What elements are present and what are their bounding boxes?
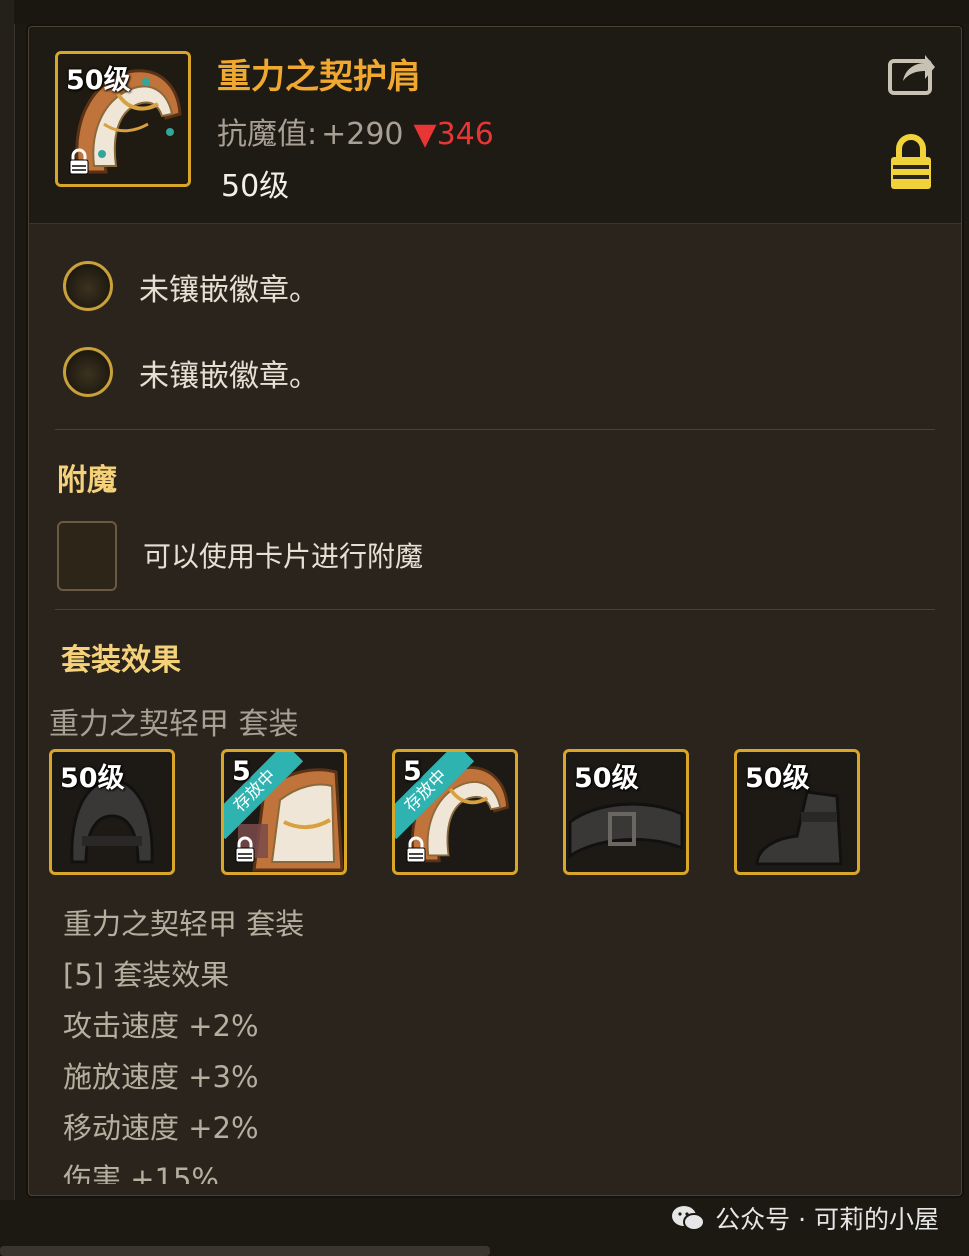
lock-icon [406,836,426,863]
item-icon-level: 50级 [66,65,131,96]
set-piece-level: 5 [403,756,422,787]
magic-defense-stat: 抗魔值: +290 ▼346 [217,109,494,153]
tooltip-header: 50级 重力之契护肩 抗魔值: +290 ▼346 50级 [29,27,961,224]
badge-socket[interactable] [63,261,113,311]
set-piece-level: 50级 [574,763,639,794]
set-effects-list: 重力之契轻甲 套装 [5] 套装效果 攻击速度 +2% 施放速度 +3% 移动速… [63,899,304,1184]
set-effect-title: 套装效果 [61,643,181,678]
set-name: 重力之契轻甲 套装 [49,707,299,742]
socket-text: 未镶嵌徽章。 [139,273,319,308]
set-piece-level: 5 [232,756,251,787]
effect-line: [5] 套装效果 [63,958,230,992]
watermark-text: 公众号 · 可莉的小屋 [715,1205,939,1234]
set-piece-level: 50级 [745,763,810,794]
lock-icon [235,836,255,863]
lock-icon[interactable] [889,133,933,191]
divider [55,609,935,610]
set-piece-boots[interactable]: 50级 [734,749,860,875]
item-name: 重力之契护肩 [217,57,421,97]
card-slot[interactable] [57,521,117,591]
set-piece-helmet[interactable]: 50级 [49,749,175,875]
effect-line: 重力之契轻甲 套装 [63,907,305,941]
effect-line: 伤害 +15% [63,1162,219,1184]
lock-icon [69,148,89,175]
set-piece-chest[interactable]: 5 存放中 [221,749,347,875]
scrollbar[interactable] [0,1246,490,1256]
effect-line: 施放速度 +3% [63,1060,259,1094]
badge-socket[interactable] [63,347,113,397]
item-tooltip: 50级 重力之契护肩 抗魔值: +290 ▼346 50级 未镶嵌徽章。 未镶嵌… [28,26,962,1196]
stat-value: +290 [321,117,404,152]
share-icon[interactable] [887,49,937,97]
enchant-text: 可以使用卡片进行附魔 [143,540,424,573]
stat-label: 抗魔值: [217,117,318,152]
watermark: 公众号 · 可莉的小屋 [671,1200,939,1236]
background-panel-edge [0,0,15,1200]
set-piece-belt[interactable]: 50级 [563,749,689,875]
set-piece-level: 50级 [60,763,125,794]
set-piece-shoulder[interactable]: 5 存放中 [392,749,518,875]
effect-line: 移动速度 +2% [63,1111,259,1145]
socket-text: 未镶嵌徽章。 [139,359,319,394]
effect-line: 攻击速度 +2% [63,1009,259,1043]
enchant-title: 附魔 [57,463,117,498]
wechat-icon [672,1206,706,1231]
background-top-strip [14,0,969,24]
item-icon[interactable]: 50级 [55,51,191,187]
item-level: 50级 [221,169,290,204]
divider [55,429,935,430]
stat-diff: ▼346 [413,117,494,152]
